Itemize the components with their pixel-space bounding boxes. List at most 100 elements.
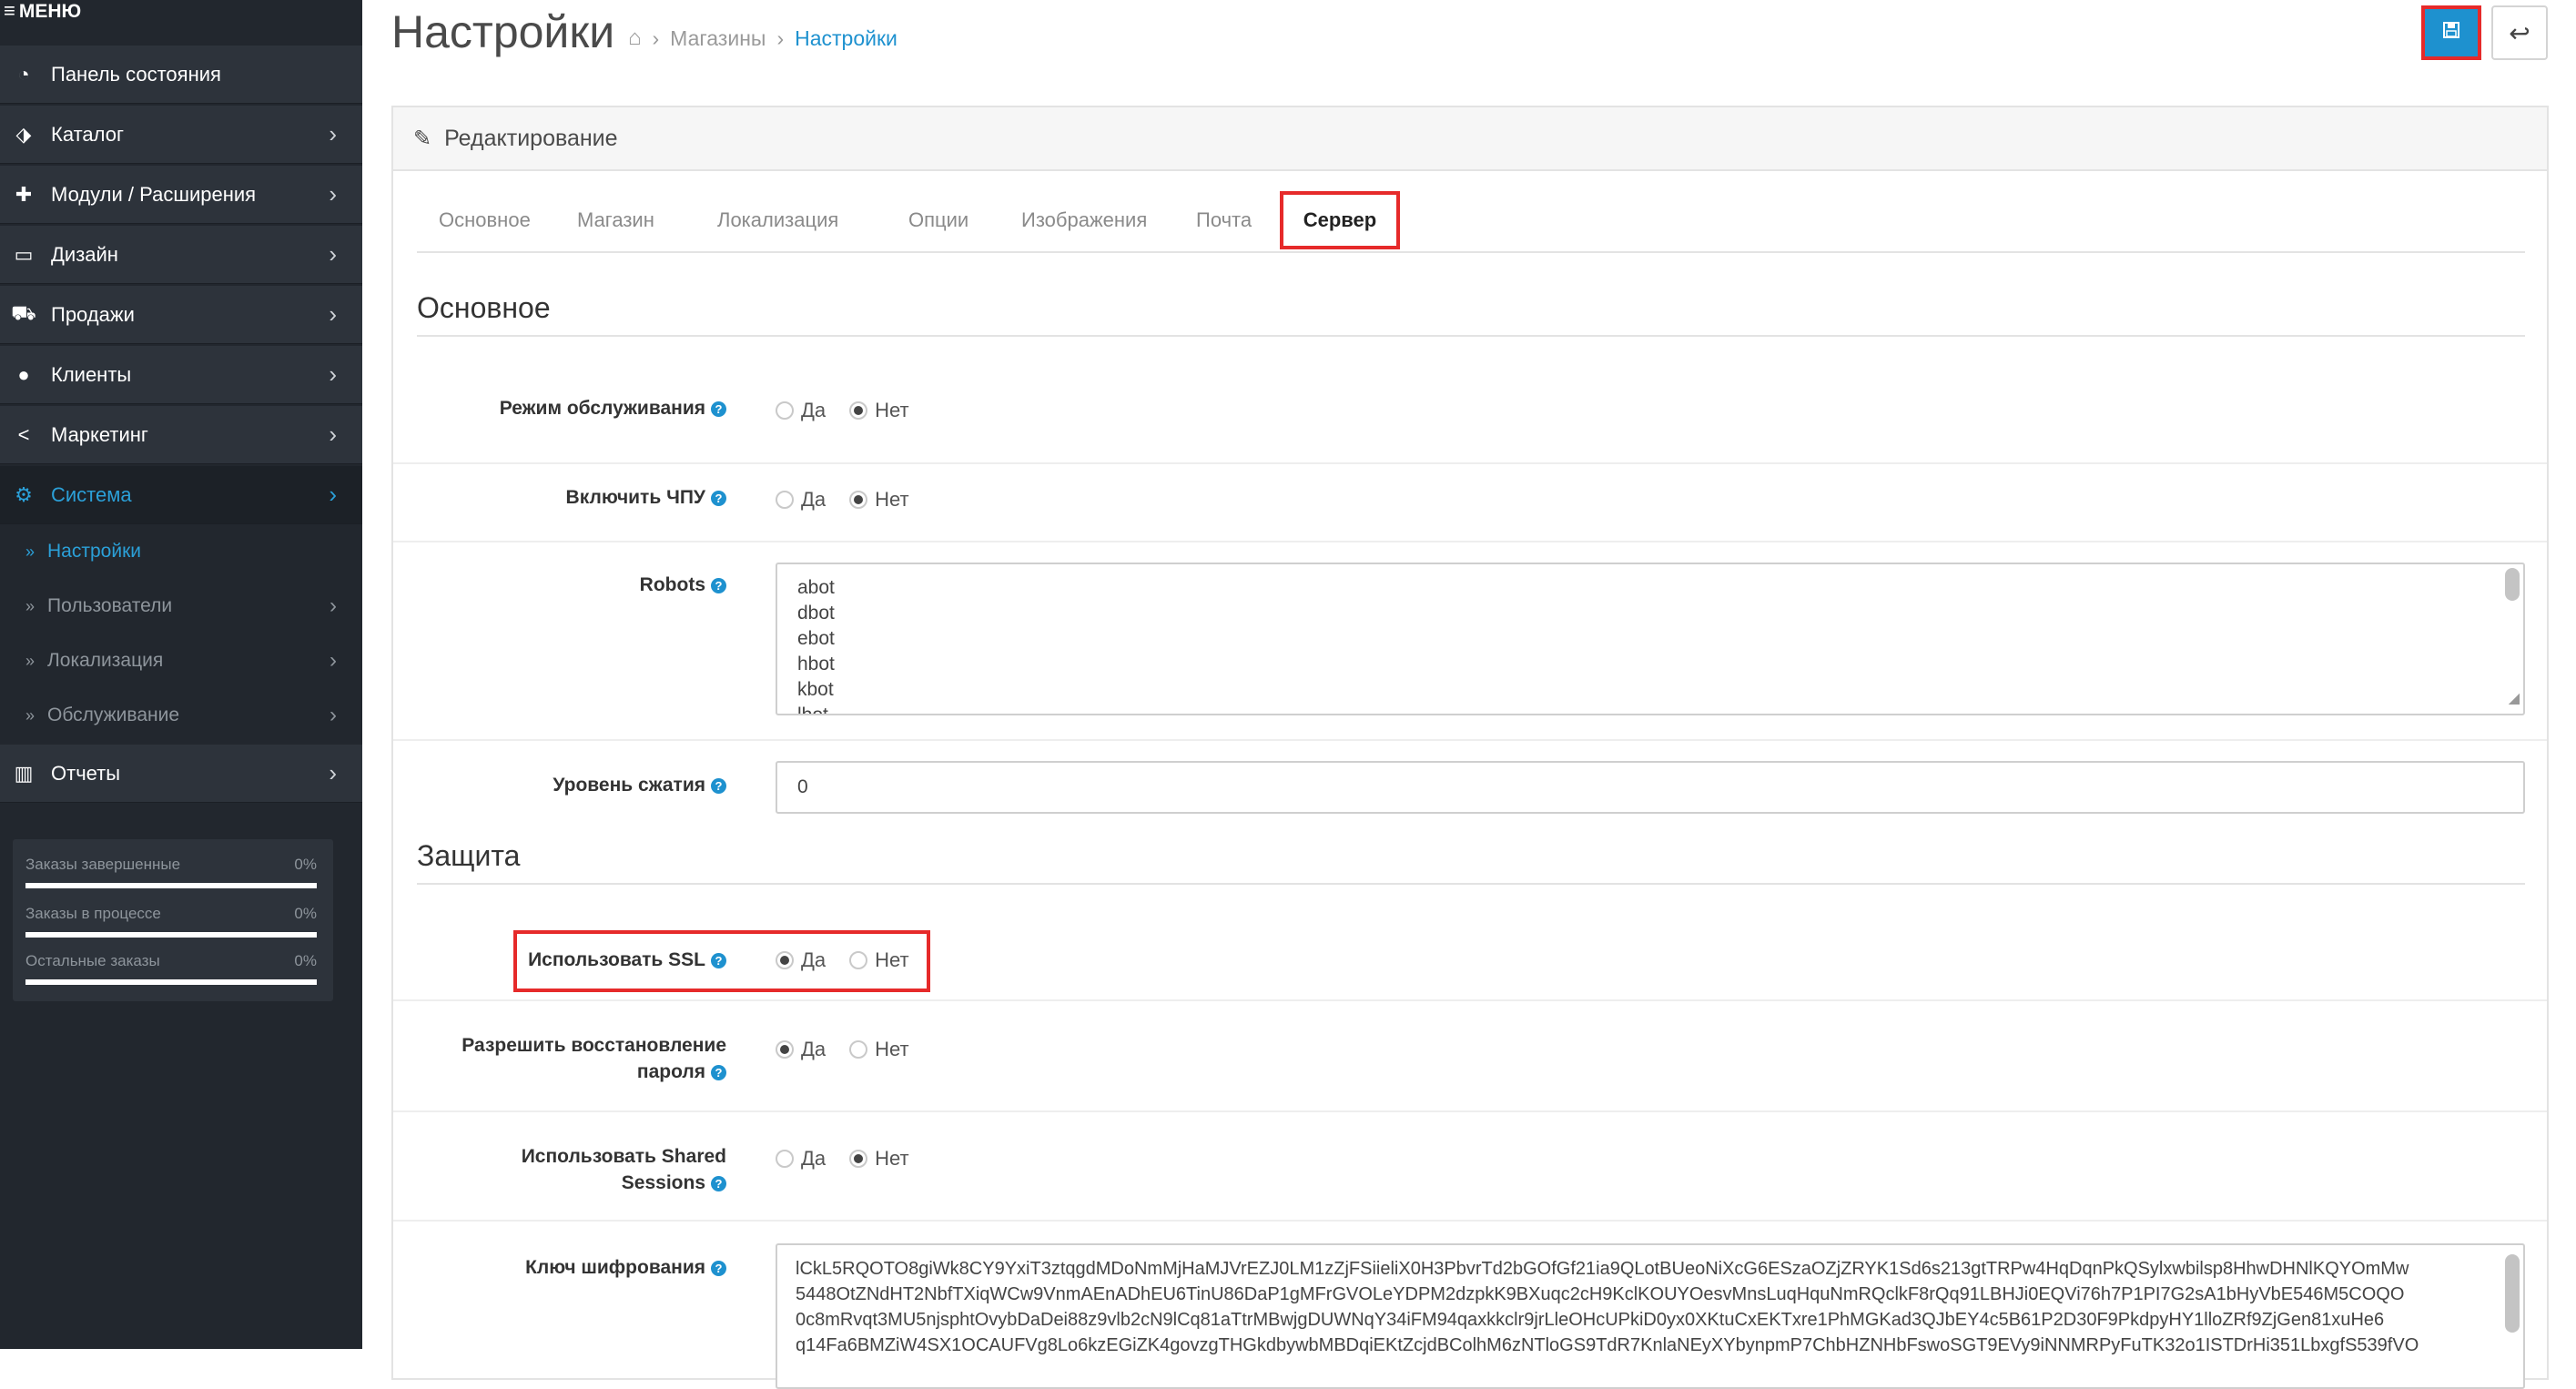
sidebar-subitem-maintenance[interactable]: » Обслуживание › [0, 688, 362, 743]
key-line: lCkL5RQOTO8giWk8CY9YxiT3ztqgdMDoNmMjHaMJ… [796, 1259, 2409, 1279]
shared-sessions-yes-option[interactable]: Да [776, 1147, 826, 1171]
home-icon[interactable]: ⌂ [628, 25, 642, 51]
double-chevron-icon: » [25, 651, 35, 670]
sidebar-item-label: Отчеты [51, 761, 121, 785]
key-line: 5448OtZNdHT2NbfTXiqWCw9VnmAEnADhEU6TinU8… [796, 1284, 2405, 1304]
radio-button[interactable] [776, 1040, 794, 1059]
double-chevron-icon: » [25, 596, 35, 615]
label-text: Режим обслуживания [499, 398, 705, 419]
save-button[interactable] [2421, 5, 2481, 60]
radio-button[interactable] [776, 1150, 794, 1168]
radio-button[interactable] [849, 951, 868, 969]
radio-label: Да [801, 399, 827, 421]
sidebar-item-extensions[interactable]: ✚ Модули / Расширения › [0, 166, 362, 224]
shared-sessions-no-option[interactable]: Нет [849, 1147, 909, 1171]
help-icon[interactable]: ? [711, 953, 726, 968]
help-icon[interactable]: ? [711, 491, 726, 506]
breadcrumb-settings[interactable]: Настройки [795, 26, 898, 51]
chevron-right-icon: › [329, 180, 337, 208]
breadcrumb-stores[interactable]: Магазины [670, 26, 766, 51]
chevron-right-icon: › [329, 360, 337, 388]
radio-button[interactable] [849, 401, 868, 420]
robots-line: hbot [797, 654, 835, 674]
radio-button[interactable] [776, 401, 794, 420]
stat-progress-bar [25, 932, 317, 938]
back-button[interactable]: ↩ [2491, 5, 2548, 60]
help-icon[interactable]: ? [711, 1065, 726, 1080]
help-icon[interactable]: ? [711, 1176, 726, 1191]
sidebar-item-label: Панель состояния [51, 62, 221, 86]
field-label-shared-sessions: Использовать Shared Sessions? [253, 1143, 726, 1196]
sidebar-item-label: Маркетинг [51, 422, 148, 446]
ssl-no-option[interactable]: Нет [849, 948, 909, 972]
help-icon[interactable]: ? [711, 401, 726, 417]
radio-button[interactable] [849, 491, 868, 509]
stat-label: Заказы в процессе [25, 905, 161, 922]
scrollbar-thumb[interactable] [2505, 568, 2520, 601]
user-icon: ● [17, 362, 30, 386]
gear-icon: ⚙ [15, 482, 33, 506]
sidebar-item-sales[interactable]: ⛟ Продажи › [0, 286, 362, 344]
maintenance-radio-group: Да Нет [776, 399, 933, 422]
stat-completed: Заказы завершенные 0% [25, 856, 317, 888]
label-text: Использовать Shared [521, 1146, 726, 1167]
tab-images[interactable]: Изображения [1021, 191, 1147, 249]
chevron-right-icon: › [329, 421, 337, 448]
chevron-right-icon: › [329, 120, 337, 147]
radio-button[interactable] [776, 491, 794, 509]
stat-progress-bar [25, 883, 317, 888]
radio-button[interactable] [849, 1040, 868, 1059]
seo-urls-no-option[interactable]: Нет [849, 488, 909, 512]
robots-line: kbot [797, 679, 834, 700]
puzzle-icon: ✚ [15, 182, 33, 206]
maintenance-yes-option[interactable]: Да [776, 399, 826, 422]
sidebar-item-label: Клиенты [51, 362, 132, 386]
stat-label: Заказы завершенные [25, 856, 181, 873]
label-text: Включить ЧПУ [565, 487, 705, 508]
menu-toggle[interactable]: ≡ МЕНЮ [4, 0, 81, 22]
password-reset-yes-option[interactable]: Да [776, 1038, 826, 1061]
sidebar-subitem-label: Настройки [47, 541, 141, 562]
maintenance-no-option[interactable]: Нет [849, 399, 909, 422]
radio-button[interactable] [849, 1150, 868, 1168]
robots-line: ebot [797, 628, 835, 649]
resize-handle-icon[interactable]: ◢ [2509, 686, 2520, 712]
sidebar-subitem-label: Локализация [47, 650, 164, 671]
sidebar-subitem-localisation[interactable]: » Локализация › [0, 634, 362, 688]
breadcrumb-separator: › [652, 25, 660, 50]
floppy-disk-icon [2442, 21, 2460, 45]
radio-button[interactable] [776, 951, 794, 969]
key-line: q14Fa6BMZiW4SX1OCAUFVg8Lo6kzEGiZK4govzgT… [796, 1335, 2419, 1355]
seo-urls-yes-option[interactable]: Да [776, 488, 826, 512]
password-reset-no-option[interactable]: Нет [849, 1038, 909, 1061]
row-divider [393, 1220, 2547, 1222]
robots-line: lbot [797, 705, 828, 715]
help-icon[interactable]: ? [711, 778, 726, 794]
field-label-compression: Уровень сжатия? [253, 772, 726, 798]
tab-localisation[interactable]: Локализация [717, 191, 838, 249]
robots-textarea[interactable]: abot dbot ebot hbot kbot lbot ◢ [776, 563, 2525, 715]
monitor-icon: ▭ [14, 242, 34, 266]
chevron-right-icon: › [330, 703, 337, 727]
sidebar-item-design[interactable]: ▭ Дизайн › [0, 226, 362, 284]
robots-line: abot [797, 577, 835, 598]
tab-general[interactable]: Основное [439, 191, 531, 249]
sidebar-subitem-settings[interactable]: » Настройки [0, 524, 362, 579]
encryption-key-textarea[interactable]: lCkL5RQOTO8giWk8CY9YxiT3ztqgdMDoNmMjHaMJ… [776, 1243, 2525, 1389]
section-divider [417, 883, 2525, 885]
sidebar-subitem-label: Пользователи [47, 595, 173, 616]
scrollbar-thumb[interactable] [2505, 1254, 2520, 1333]
help-icon[interactable]: ? [711, 1261, 726, 1276]
sidebar-item-dashboard[interactable]: ◔ Панель состояния [0, 46, 362, 104]
compression-input[interactable]: 0 [776, 761, 2525, 814]
tab-mail[interactable]: Почта [1196, 191, 1252, 249]
tab-options[interactable]: Опции [908, 191, 969, 249]
tab-store[interactable]: Магазин [577, 191, 654, 249]
tab-server[interactable]: Сервер [1280, 191, 1400, 249]
panel-heading: ✎ Редактирование [393, 107, 2547, 171]
sidebar-item-catalog[interactable]: ⬗ Каталог › [0, 106, 362, 164]
radio-label: Нет [875, 399, 909, 421]
ssl-yes-option[interactable]: Да [776, 948, 826, 972]
help-icon[interactable]: ? [711, 578, 726, 593]
key-line: 0c8mRvqt3MU5njsphtOvybDaDei88z9vlb2cN9lC… [796, 1310, 2385, 1330]
